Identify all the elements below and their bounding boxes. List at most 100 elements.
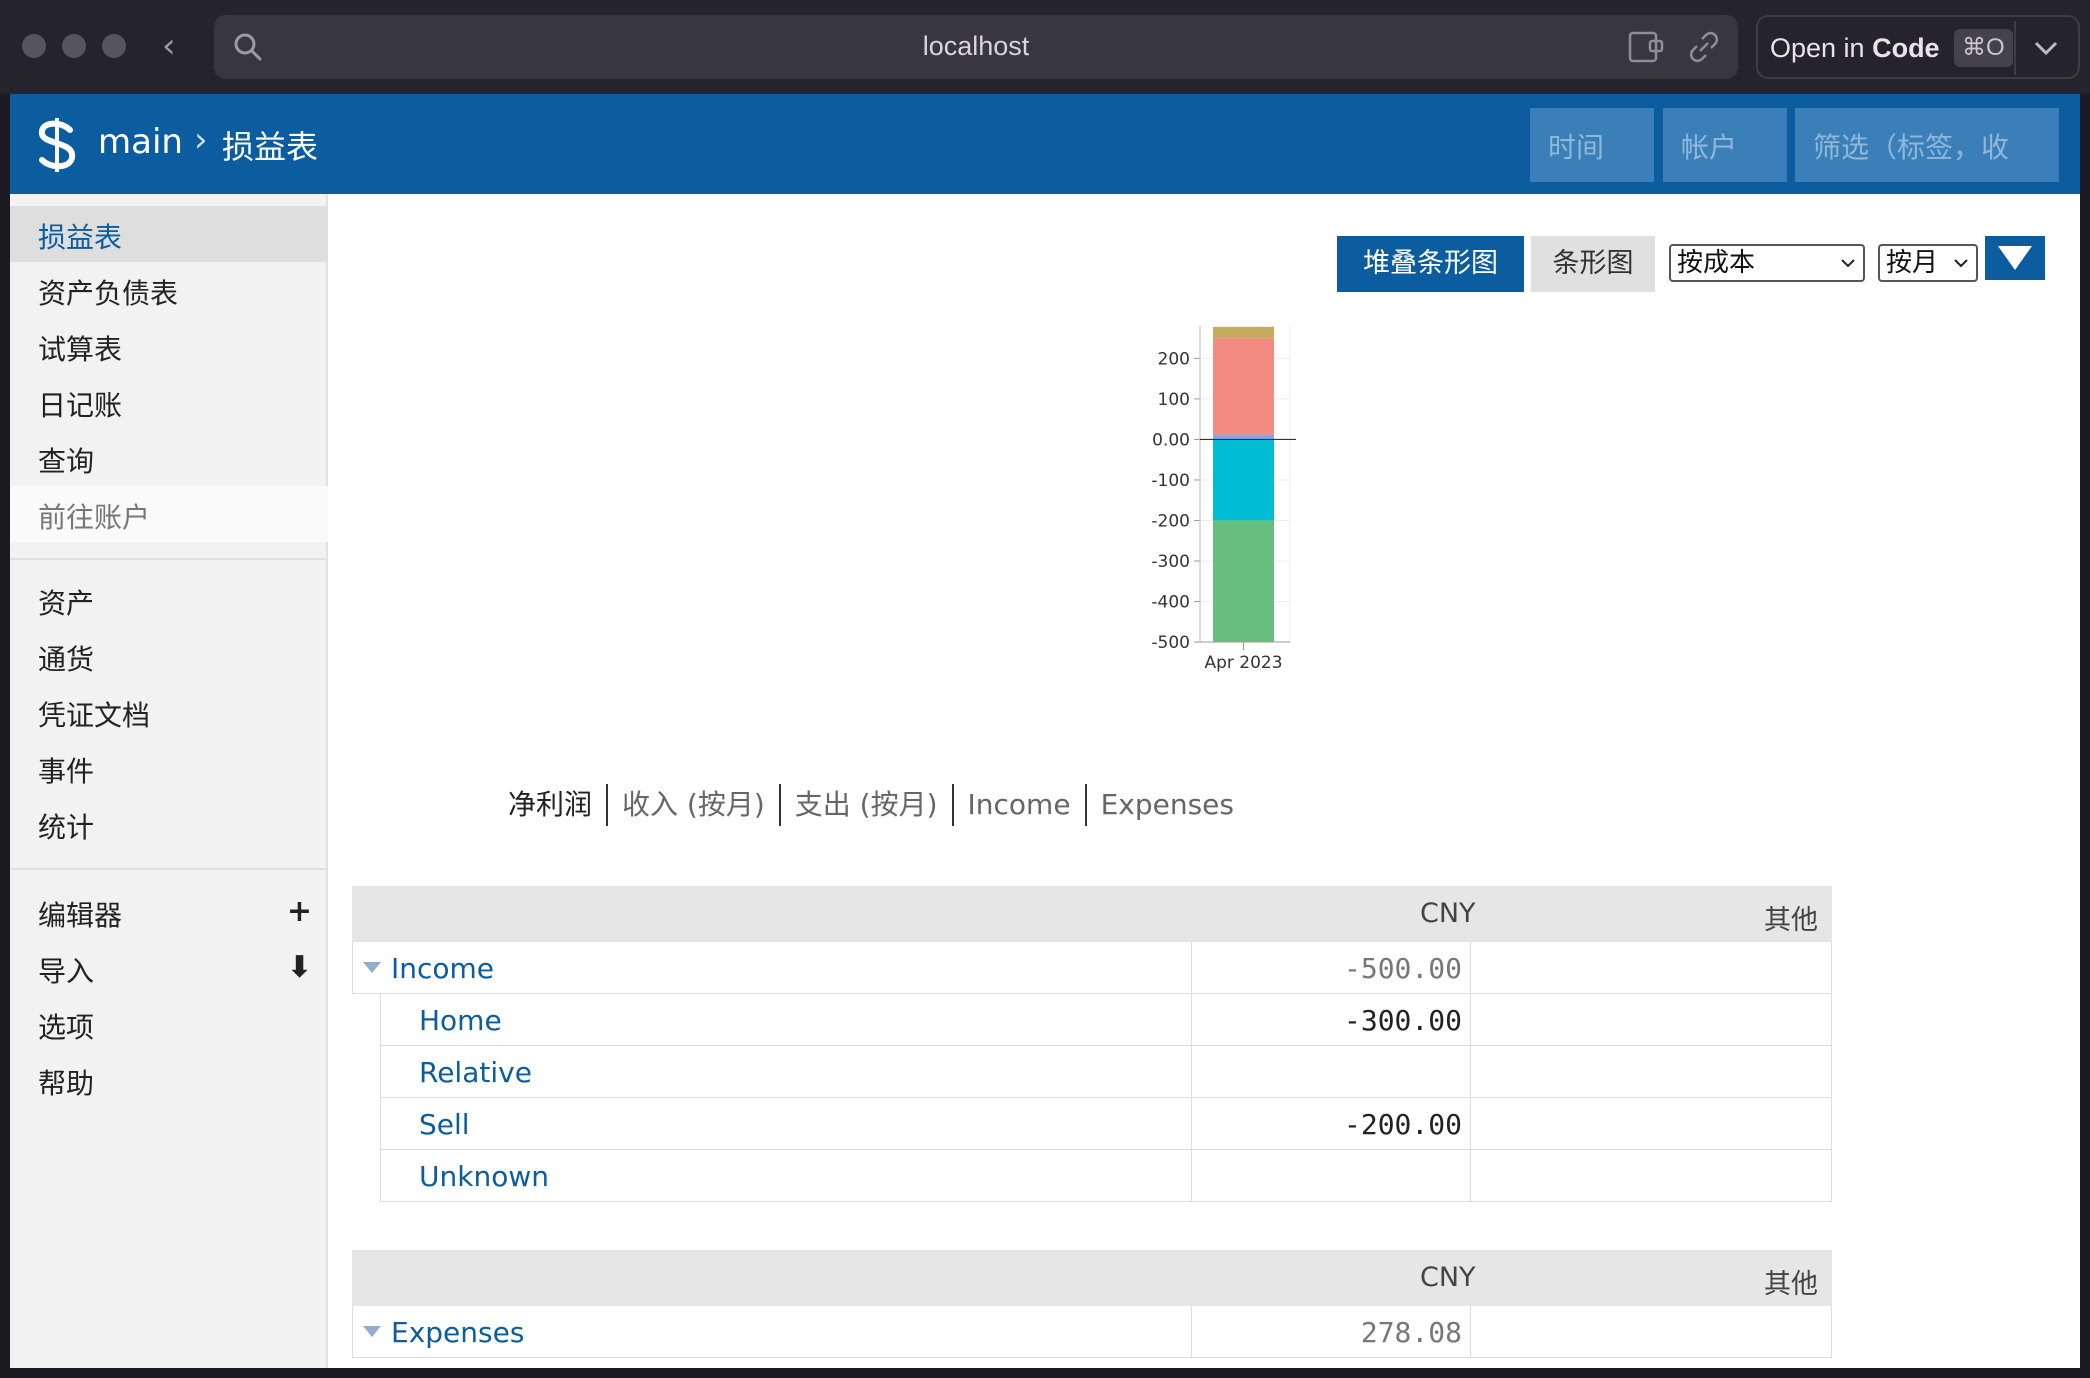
sidebar-item-documents[interactable]: 凭证文档 (10, 684, 328, 740)
chart-tabs: 净利润 收入 (按月) 支出 (按月) Income Expenses (10, 784, 1732, 826)
sidebar-item-label: 导入 (38, 955, 95, 988)
chevron-down-icon (1841, 259, 1855, 268)
download-icon[interactable]: ⬇ (287, 950, 312, 985)
y-tick-label: 100 (1158, 390, 1190, 410)
table-header: CNY 其他 (352, 1250, 1832, 1306)
interval-select-value: 按月 (1886, 248, 1939, 278)
chart-tab[interactable]: 收入 (按月) (606, 784, 779, 826)
currency-cell: 278.08 (1191, 1306, 1470, 1358)
chart-toggle-triangle-icon[interactable] (1985, 236, 2045, 280)
sidebar-item-trial-balance[interactable]: 试算表 (10, 318, 328, 374)
column-header-other: 其他 (1764, 1269, 1818, 1300)
y-tick-label: -300 (1151, 552, 1190, 572)
sidebar-item-go-to-account[interactable]: 前往账户 (10, 486, 328, 542)
column-header-currency: CNY (1420, 898, 1476, 929)
chart-tab[interactable]: 支出 (按月) (778, 784, 952, 826)
url-text: localhost (922, 31, 1030, 61)
table-row[interactable]: Expenses 278.08 (352, 1306, 1832, 1358)
account-name[interactable]: Home (419, 1004, 502, 1037)
sidebar-item-editor[interactable]: 编辑器 + (10, 884, 328, 940)
sidebar-item-options[interactable]: 选项 (10, 996, 328, 1052)
amount: -200.00 (1343, 1108, 1462, 1141)
chart-tab[interactable]: 净利润 (494, 784, 606, 826)
table-row[interactable]: Unknown (380, 1150, 1832, 1202)
bar-chart-button[interactable]: 条形图 (1531, 236, 1655, 292)
sidebar-item-label: 编辑器 (38, 899, 123, 932)
account-name[interactable]: Expenses (391, 1316, 524, 1349)
column-header-other: 其他 (1764, 905, 1818, 936)
table-header: CNY 其他 (352, 886, 1832, 942)
back-icon[interactable]: ‹ (162, 26, 176, 66)
page-title: 损益表 (222, 128, 319, 166)
sidebar-item-assets[interactable]: 资产 (10, 572, 328, 628)
sidebar-item-balance-sheet[interactable]: 资产负债表 (10, 262, 328, 318)
conversion-select-value: 按成本 (1677, 248, 1756, 278)
collapse-triangle-icon[interactable] (363, 1326, 381, 1337)
fava-logo-icon[interactable] (30, 118, 84, 172)
y-tick-label: -200 (1151, 511, 1190, 531)
sidebar: 损益表 资产负债表 试算表 日记账 查询 前往账户 资产 通货 凭证文档 事件 … (10, 194, 328, 1368)
shortcut-badge: ⌘O (1954, 29, 2013, 67)
y-tick-label: 200 (1158, 349, 1190, 369)
chart-tab[interactable]: Income (951, 784, 1085, 826)
bar-segment (1213, 338, 1274, 435)
amount: -300.00 (1343, 1004, 1462, 1037)
expenses-tree-table: CNY 其他 Expenses 278.08 (352, 1250, 1832, 1368)
sidebar-item-income-statement[interactable]: 损益表 (10, 206, 328, 262)
bar-segment (1213, 326, 1274, 339)
app-header: main › 损益表 时间 帐户 筛选（标签，收 (10, 94, 2080, 194)
bar-segment (1213, 434, 1274, 440)
chart-tab[interactable]: Expenses (1084, 784, 1248, 826)
sidebar-divider (10, 868, 328, 870)
divider (2014, 21, 2016, 75)
open-in-code-label: Open in Code (1770, 33, 1940, 63)
stacked-bar-chart-button[interactable]: 堆叠条形图 (1337, 236, 1524, 292)
conversion-select[interactable]: 按成本 (1669, 244, 1865, 282)
account-filter-input[interactable]: 帐户 (1663, 108, 1787, 182)
account-name[interactable]: Sell (419, 1108, 470, 1141)
amount: -500.00 (1343, 952, 1462, 985)
table-row[interactable]: Income -500.00 (352, 942, 1832, 994)
other-cell (1470, 1046, 1833, 1098)
x-tick-label: Apr 2023 (1204, 653, 1282, 673)
collapse-triangle-icon[interactable] (363, 962, 381, 973)
address-bar[interactable]: localhost (214, 15, 1738, 79)
other-cell (1470, 994, 1833, 1046)
table-row[interactable]: Sell -200.00 (380, 1098, 1832, 1150)
account-name[interactable]: Relative (419, 1056, 532, 1089)
browser-chrome: ‹ localhost Open in Code ⌘O (0, 0, 2090, 94)
window-close-button[interactable] (22, 34, 46, 58)
breadcrumb-workspace[interactable]: main (98, 122, 183, 162)
income-tree-table: CNY 其他 Income -500.00 Home -300.00 Relat… (352, 886, 1832, 1206)
open-in-code-button[interactable]: Open in Code ⌘O (1756, 15, 2080, 79)
chevron-down-icon[interactable] (2026, 25, 2066, 69)
table-row[interactable]: Relative (380, 1046, 1832, 1098)
sidebar-item-help[interactable]: 帮助 (10, 1052, 328, 1108)
account-name[interactable]: Unknown (419, 1160, 549, 1193)
tag-filter-input[interactable]: 筛选（标签，收 (1795, 108, 2059, 182)
account-name[interactable]: Income (391, 952, 494, 985)
chevron-down-icon (1954, 259, 1968, 268)
stacked-bar-chart: 200 100 0.00 -100 -200 -300 -400 -500 Apr 2023 (1151, 326, 1296, 673)
table-row[interactable]: Home -300.00 (380, 994, 1832, 1046)
y-tick-label: 0.00 (1152, 430, 1190, 450)
currency-cell: -500.00 (1191, 942, 1470, 994)
currency-cell (1191, 1046, 1470, 1098)
bar-segment (1213, 520, 1274, 642)
other-cell (1470, 1150, 1833, 1202)
sidebar-item-import[interactable]: 导入 ⬇ (10, 940, 328, 996)
sidebar-item-journal[interactable]: 日记账 (10, 374, 328, 430)
time-filter-input[interactable]: 时间 (1530, 108, 1654, 182)
y-tick-label: -500 (1151, 633, 1190, 653)
sidebar-item-commodities[interactable]: 通货 (10, 628, 328, 684)
currency-cell (1191, 1150, 1470, 1202)
sidebar-item-query[interactable]: 查询 (10, 430, 328, 486)
y-tick-label: -100 (1151, 471, 1190, 491)
link-icon[interactable] (1684, 29, 1724, 65)
app-window: main › 损益表 时间 帐户 筛选（标签，收 损益表 资产负债表 试算表 日… (10, 94, 2080, 1368)
extension-icon[interactable] (1626, 29, 1666, 65)
window-zoom-button[interactable] (102, 34, 126, 58)
interval-select[interactable]: 按月 (1878, 244, 1978, 282)
window-minimize-button[interactable] (62, 34, 86, 58)
plus-icon[interactable]: + (287, 894, 312, 929)
